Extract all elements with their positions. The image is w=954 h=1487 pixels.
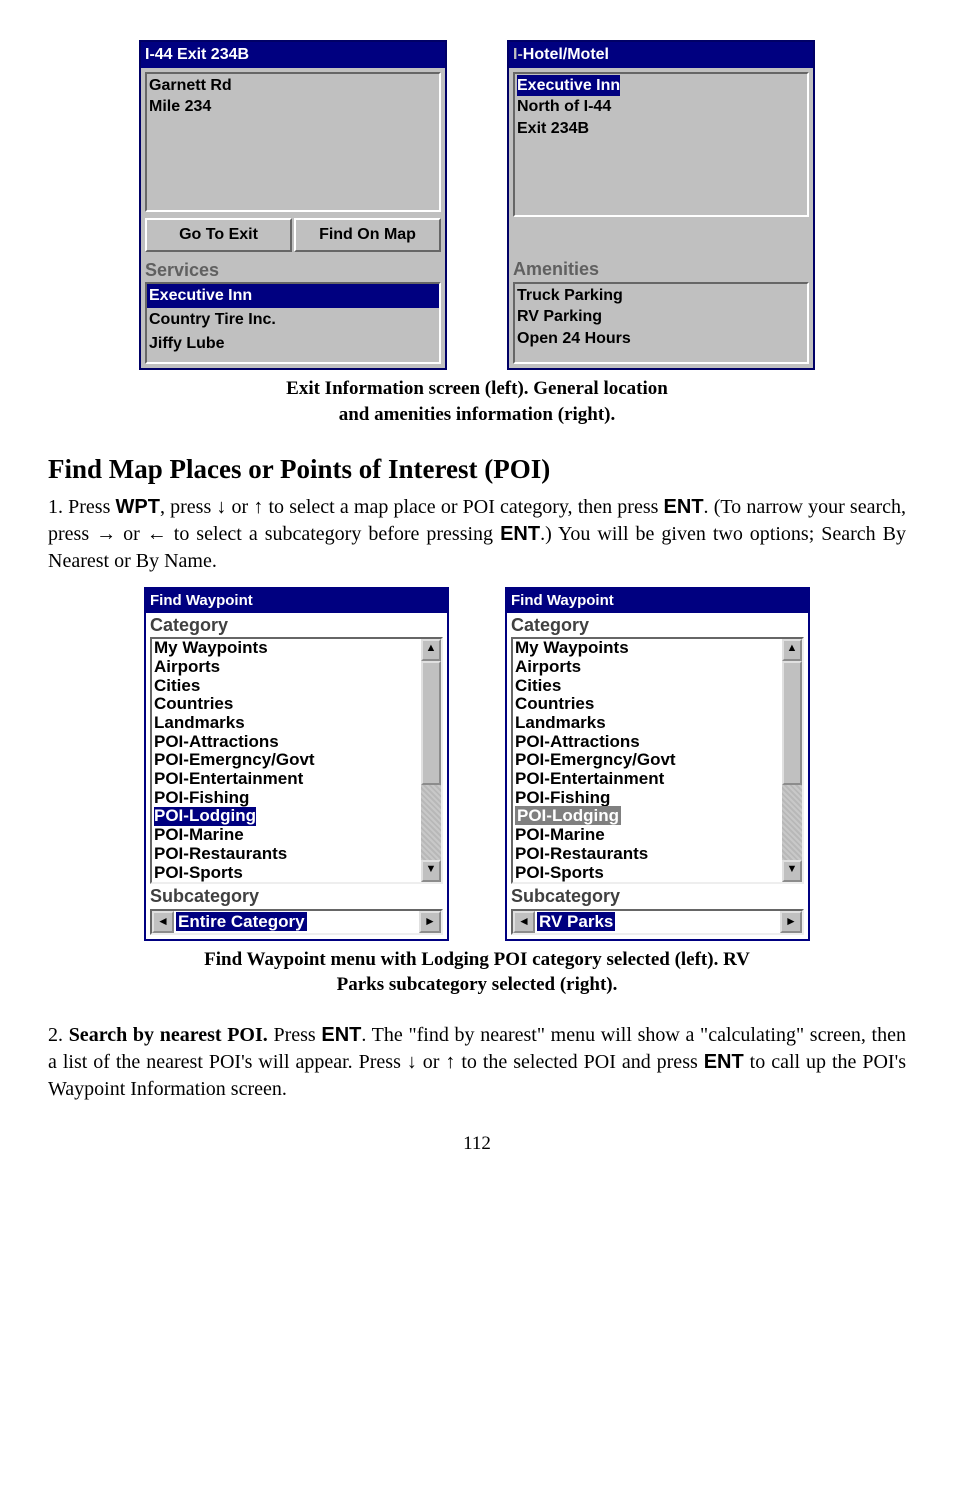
section-heading: Find Map Places or Points of Interest (P…	[48, 451, 906, 487]
fw-item[interactable]: Landmarks	[513, 714, 782, 733]
fw-item[interactable]: POI-Restaurants	[152, 845, 421, 864]
fw-sub-value: RV Parks	[537, 912, 615, 931]
fw-titlebar: Find Waypoint	[146, 589, 447, 613]
arrow-left-icon[interactable]: ◄	[513, 911, 535, 933]
fw-item[interactable]: POI-Sports	[513, 864, 782, 883]
fw-item[interactable]: POI-Emergncy/Govt	[513, 751, 782, 770]
arrow-right-icon[interactable]: ►	[780, 911, 802, 933]
fw-item-selected[interactable]: POI-Lodging	[154, 807, 256, 826]
service-item[interactable]: Jiffy Lube	[147, 332, 439, 356]
fw-item[interactable]: POI-Restaurants	[513, 845, 782, 864]
hotel-motel-screen: I-Hotel/Motel Executive Inn North of I-4…	[507, 40, 815, 370]
service-item-selected[interactable]: Executive Inn	[147, 284, 439, 308]
fw-category-label: Category	[146, 613, 447, 637]
scroll-down-icon[interactable]: ▼	[782, 860, 802, 882]
fw-subcategory-select[interactable]: ◄ Entire Category ►	[150, 909, 443, 935]
find-waypoint-right: Find Waypoint Category My Waypoints Airp…	[505, 587, 810, 941]
hotel-location-panel: Executive Inn North of I-44 Exit 234B	[513, 72, 809, 218]
fw-item[interactable]: POI-Fishing	[152, 789, 421, 808]
fw-item[interactable]: POI-Entertainment	[513, 770, 782, 789]
services-label: Services	[141, 256, 445, 282]
amenity-item: RV Parking	[517, 306, 805, 328]
services-list[interactable]: Executive Inn Country Tire Inc. Jiffy Lu…	[145, 282, 441, 364]
scroll-up-icon[interactable]: ▲	[782, 639, 802, 661]
fw-category-label: Category	[507, 613, 808, 637]
figure-1-caption: Exit Information screen (left). General …	[48, 376, 906, 427]
fw-item[interactable]: POI-Marine	[513, 826, 782, 845]
fw-item[interactable]: My Waypoints	[152, 639, 421, 658]
fw-item[interactable]: POI-Entertainment	[152, 770, 421, 789]
hotel-loc-line3: Exit 234B	[517, 118, 805, 140]
service-item[interactable]: Country Tire Inc.	[147, 308, 439, 332]
figure-row-2: Find Waypoint Category My Waypoints Airp…	[48, 587, 906, 941]
fw-scrollbar[interactable]: ▲ ▼	[782, 639, 802, 882]
hotel-titlebar: I-Hotel/Motel	[509, 42, 813, 68]
fw-item[interactable]: Airports	[513, 658, 782, 677]
exit-titlebar: I-44 Exit 234B	[141, 42, 445, 68]
fw-scrollbar[interactable]: ▲ ▼	[421, 639, 441, 882]
fw-category-list[interactable]: My Waypoints Airports Cities Countries L…	[150, 637, 443, 884]
exit-location-panel: Garnett Rd Mile 234	[145, 72, 441, 213]
arrow-right-icon[interactable]: ►	[419, 911, 441, 933]
find-waypoint-left: Find Waypoint Category My Waypoints Airp…	[144, 587, 449, 941]
paragraph-1: 1. Press WPT, press ↓ or ↑ to select a m…	[48, 494, 906, 575]
fw-item-dimmed[interactable]: POI-Lodging	[515, 806, 621, 825]
fw-item[interactable]: Landmarks	[152, 714, 421, 733]
exit-button-row: Go To Exit Find On Map	[145, 218, 441, 252]
page-number: 112	[48, 1131, 906, 1157]
arrow-left-icon[interactable]: ◄	[152, 911, 174, 933]
fw-category-list[interactable]: My Waypoints Airports Cities Countries L…	[511, 637, 804, 884]
fw-titlebar: Find Waypoint	[507, 589, 808, 613]
exit-location-line2: Mile 234	[149, 96, 437, 118]
amenity-item: Truck Parking	[517, 285, 805, 307]
exit-location-line1: Garnett Rd	[149, 75, 437, 97]
fw-item[interactable]: Cities	[513, 677, 782, 696]
fw-item[interactable]: My Waypoints	[513, 639, 782, 658]
figure-row-1: I-44 Exit 234B Garnett Rd Mile 234 Go To…	[48, 40, 906, 370]
find-on-map-button[interactable]: Find On Map	[294, 218, 441, 252]
go-to-exit-button[interactable]: Go To Exit	[145, 218, 292, 252]
fw-item[interactable]: POI-Marine	[152, 826, 421, 845]
scroll-up-icon[interactable]: ▲	[421, 639, 441, 661]
fw-item[interactable]: POI-Emergncy/Govt	[152, 751, 421, 770]
fw-subcategory-select[interactable]: ◄ RV Parks ►	[511, 909, 804, 935]
fw-item[interactable]: Countries	[513, 695, 782, 714]
fw-item[interactable]: POI-Attractions	[513, 733, 782, 752]
amenities-list: Truck Parking RV Parking Open 24 Hours	[513, 282, 809, 364]
scroll-down-icon[interactable]: ▼	[421, 860, 441, 882]
fw-item[interactable]: Countries	[152, 695, 421, 714]
fw-item[interactable]: POI-Fishing	[513, 789, 782, 808]
hotel-name-selected: Executive Inn	[517, 75, 620, 97]
amenities-label: Amenities	[509, 255, 813, 281]
hotel-loc-line2: North of I-44	[517, 96, 805, 118]
amenity-item: Open 24 Hours	[517, 328, 805, 350]
fw-subcategory-label: Subcategory	[507, 884, 808, 908]
fw-item[interactable]: POI-Attractions	[152, 733, 421, 752]
fw-item[interactable]: Airports	[152, 658, 421, 677]
paragraph-2: 2. Search by nearest POI. Press ENT. The…	[48, 1022, 906, 1103]
fw-item[interactable]: POI-Sports	[152, 864, 421, 883]
figure-2-caption: Find Waypoint menu with Lodging POI cate…	[48, 947, 906, 998]
fw-item[interactable]: Cities	[152, 677, 421, 696]
fw-subcategory-label: Subcategory	[146, 884, 447, 908]
exit-info-screen: I-44 Exit 234B Garnett Rd Mile 234 Go To…	[139, 40, 447, 370]
fw-sub-value: Entire Category	[176, 912, 307, 931]
